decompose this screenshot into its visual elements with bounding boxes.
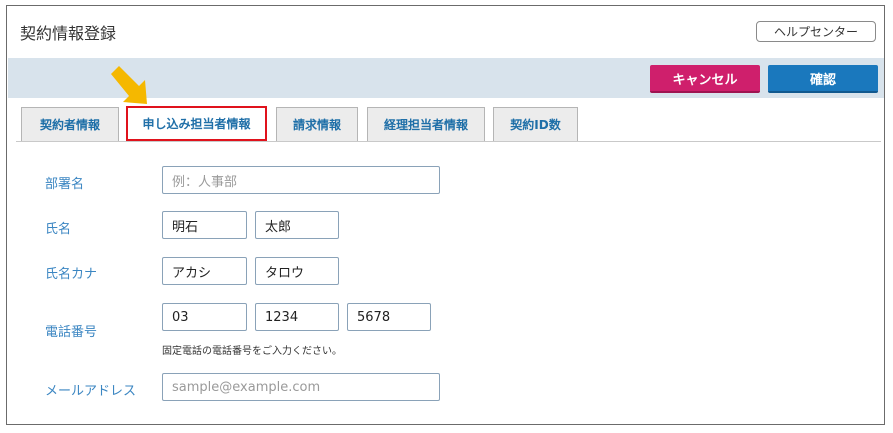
phone-part3-input[interactable]: 5678 [347,303,431,331]
department-label: 部署名 [45,177,85,192]
tab-contract-id-count[interactable]: 契約ID数 [493,107,578,141]
phone-label: 電話番号 [45,325,98,340]
pointer-arrow-icon [111,66,147,104]
tab-accounting-contact-info[interactable]: 経理担当者情報 [367,107,485,141]
name-kana-label: 氏名カナ [45,267,98,282]
email-input[interactable]: sample@example.com [162,373,440,401]
app-window: 契約情報登録 ヘルプセンター キャンセル 確認 契約者情報 申し込み担当者情報 … [6,5,885,425]
tab-billing-info[interactable]: 請求情報 [276,107,358,141]
name-label: 氏名 [45,222,72,237]
last-name-input[interactable]: 明石 [162,211,247,239]
page-title: 契約情報登録 [20,24,117,43]
phone-hint: 固定電話の電話番号をご入力ください。 [162,346,342,357]
tab-divider [16,141,881,142]
email-label: メールアドレス [45,384,137,399]
phone-part2-input[interactable]: 1234 [255,303,339,331]
department-input[interactable]: 例：人事部 [162,166,440,194]
first-name-kana-input[interactable]: タロウ [255,257,339,285]
phone-part1-input[interactable]: 03 [162,303,247,331]
tab-applicant-info[interactable]: 申し込み担当者情報 [126,106,267,141]
last-name-kana-input[interactable]: アカシ [162,257,247,285]
first-name-input[interactable]: 太郎 [255,211,339,239]
tab-contractor-info[interactable]: 契約者情報 [21,107,119,141]
confirm-button[interactable]: 確認 [768,65,878,93]
help-center-button[interactable]: ヘルプセンター [756,21,876,42]
cancel-button[interactable]: キャンセル [650,65,760,93]
